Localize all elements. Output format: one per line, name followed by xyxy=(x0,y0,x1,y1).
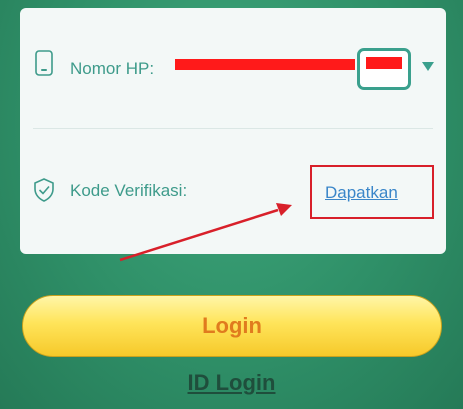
country-code-button[interactable] xyxy=(357,48,411,90)
shield-check-icon xyxy=(33,178,55,202)
chevron-down-icon[interactable] xyxy=(422,62,434,71)
phone-label: Nomor HP: xyxy=(70,59,155,78)
verification-code-label: Kode Verifikasi: xyxy=(70,181,188,200)
annotation-highlight-box xyxy=(310,165,434,219)
id-login-link[interactable]: ID Login xyxy=(0,370,463,396)
redacted-phone-number xyxy=(175,59,355,70)
login-button[interactable]: Login xyxy=(22,295,442,357)
divider xyxy=(33,128,433,129)
phone-icon xyxy=(33,50,55,76)
indonesia-flag xyxy=(366,57,402,81)
phone-row[interactable]: Nomor HP: xyxy=(20,48,446,98)
